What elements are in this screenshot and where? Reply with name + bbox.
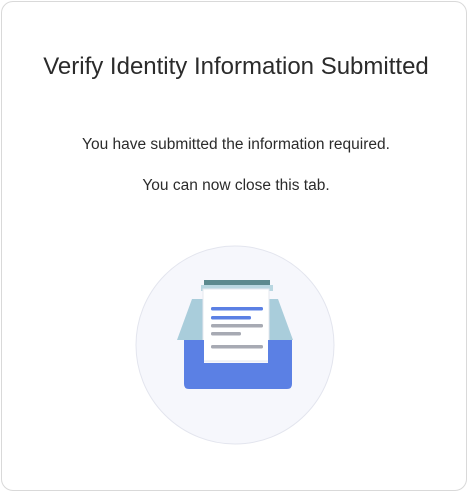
submitted-message: You have submitted the information requi… (82, 136, 390, 153)
confirmation-card: Verify Identity Information Submitted Yo… (1, 1, 467, 491)
close-tab-message: You can now close this tab. (142, 177, 330, 194)
document-inbox-icon (135, 245, 335, 445)
page-title: Verify Identity Information Submitted (43, 53, 429, 80)
